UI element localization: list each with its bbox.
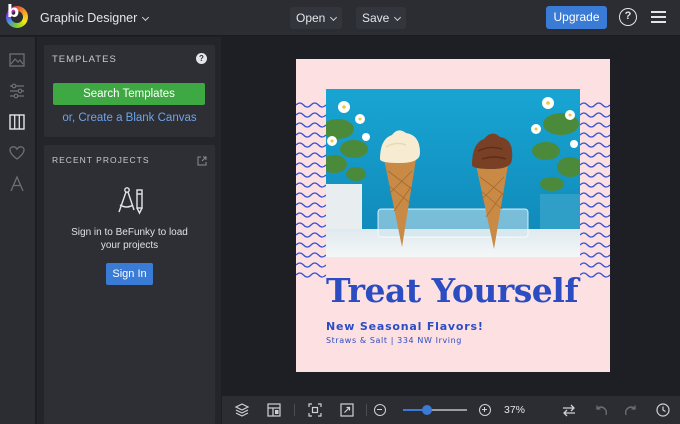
top-bar: b Graphic Designer Open Save Upgrade ? (0, 0, 680, 36)
chevron-down-icon (394, 13, 402, 22)
separator (294, 404, 295, 416)
help-icon[interactable]: ? (619, 8, 637, 26)
image-icon[interactable] (8, 51, 26, 69)
signin-text-line1: Sign in to BeFunky to load (71, 227, 188, 238)
templates-icon[interactable] (8, 113, 26, 131)
history-icon[interactable] (655, 402, 671, 418)
design-headline[interactable]: Treat Yourself (326, 271, 579, 310)
mode-label: Graphic Designer (40, 11, 138, 25)
mode-dropdown[interactable]: Graphic Designer (34, 7, 154, 29)
tool-rail (0, 37, 36, 424)
recent-projects-section: RECENT PROJECTS Sign in to BeFunky to lo… (44, 145, 215, 424)
wave-pattern-right (580, 102, 610, 278)
help-icon[interactable]: ? (196, 53, 207, 64)
sliders-icon[interactable] (8, 82, 26, 100)
redo-icon[interactable] (623, 402, 639, 418)
chevron-down-icon (330, 13, 338, 22)
templates-title: TEMPLATES (52, 54, 117, 65)
text-icon[interactable] (8, 175, 26, 193)
zoom-slider-thumb[interactable] (422, 405, 432, 415)
canvas-stage: Treat Yourself New Seasonal Flavors! Str… (222, 37, 680, 393)
design-address[interactable]: Straws & Salt | 334 NW Irving (326, 336, 462, 345)
hamburger-menu-icon[interactable] (651, 11, 666, 23)
zoom-value: 37% (504, 404, 526, 416)
design-subhead[interactable]: New Seasonal Flavors! (326, 320, 484, 333)
layers-icon[interactable] (234, 402, 250, 418)
signin-prompt: Sign in to BeFunky to load your projects (44, 226, 215, 252)
design-canvas[interactable]: Treat Yourself New Seasonal Flavors! Str… (296, 59, 610, 372)
signin-text-line2: your projects (100, 240, 159, 251)
undo-icon[interactable] (593, 402, 609, 418)
ice-cream-photo[interactable] (326, 89, 580, 257)
fit-to-screen-icon[interactable] (307, 402, 323, 418)
chevron-down-icon (142, 13, 150, 22)
expand-icon[interactable] (339, 402, 355, 418)
bottom-toolbar: 37% (222, 396, 680, 424)
templates-panel: TEMPLATES ? Search Templates or, Create … (37, 37, 221, 424)
heart-icon[interactable] (8, 144, 26, 162)
zoom-in-icon[interactable] (479, 404, 491, 416)
wave-pattern-left (296, 102, 326, 278)
separator (366, 404, 367, 416)
search-templates-button[interactable]: Search Templates (53, 83, 205, 105)
swap-icon[interactable] (561, 402, 577, 418)
save-button[interactable]: Save (356, 7, 407, 29)
templates-section: TEMPLATES ? Search Templates or, Create … (44, 45, 215, 137)
save-label: Save (362, 11, 390, 25)
open-button[interactable]: Open (290, 7, 343, 29)
open-label: Open (296, 11, 326, 25)
recent-projects-title: RECENT PROJECTS (52, 155, 150, 165)
external-link-icon[interactable] (197, 153, 207, 166)
upgrade-button[interactable]: Upgrade (546, 6, 607, 29)
design-tools-icon (116, 186, 146, 216)
app: b Graphic Designer Open Save Upgrade ? T… (0, 0, 680, 424)
create-blank-canvas-link[interactable]: or, Create a Blank Canvas (44, 112, 215, 124)
layout-icon[interactable] (266, 402, 282, 418)
sign-in-button[interactable]: Sign In (106, 263, 153, 285)
zoom-out-icon[interactable] (374, 404, 386, 416)
zoom-slider[interactable] (403, 405, 467, 415)
